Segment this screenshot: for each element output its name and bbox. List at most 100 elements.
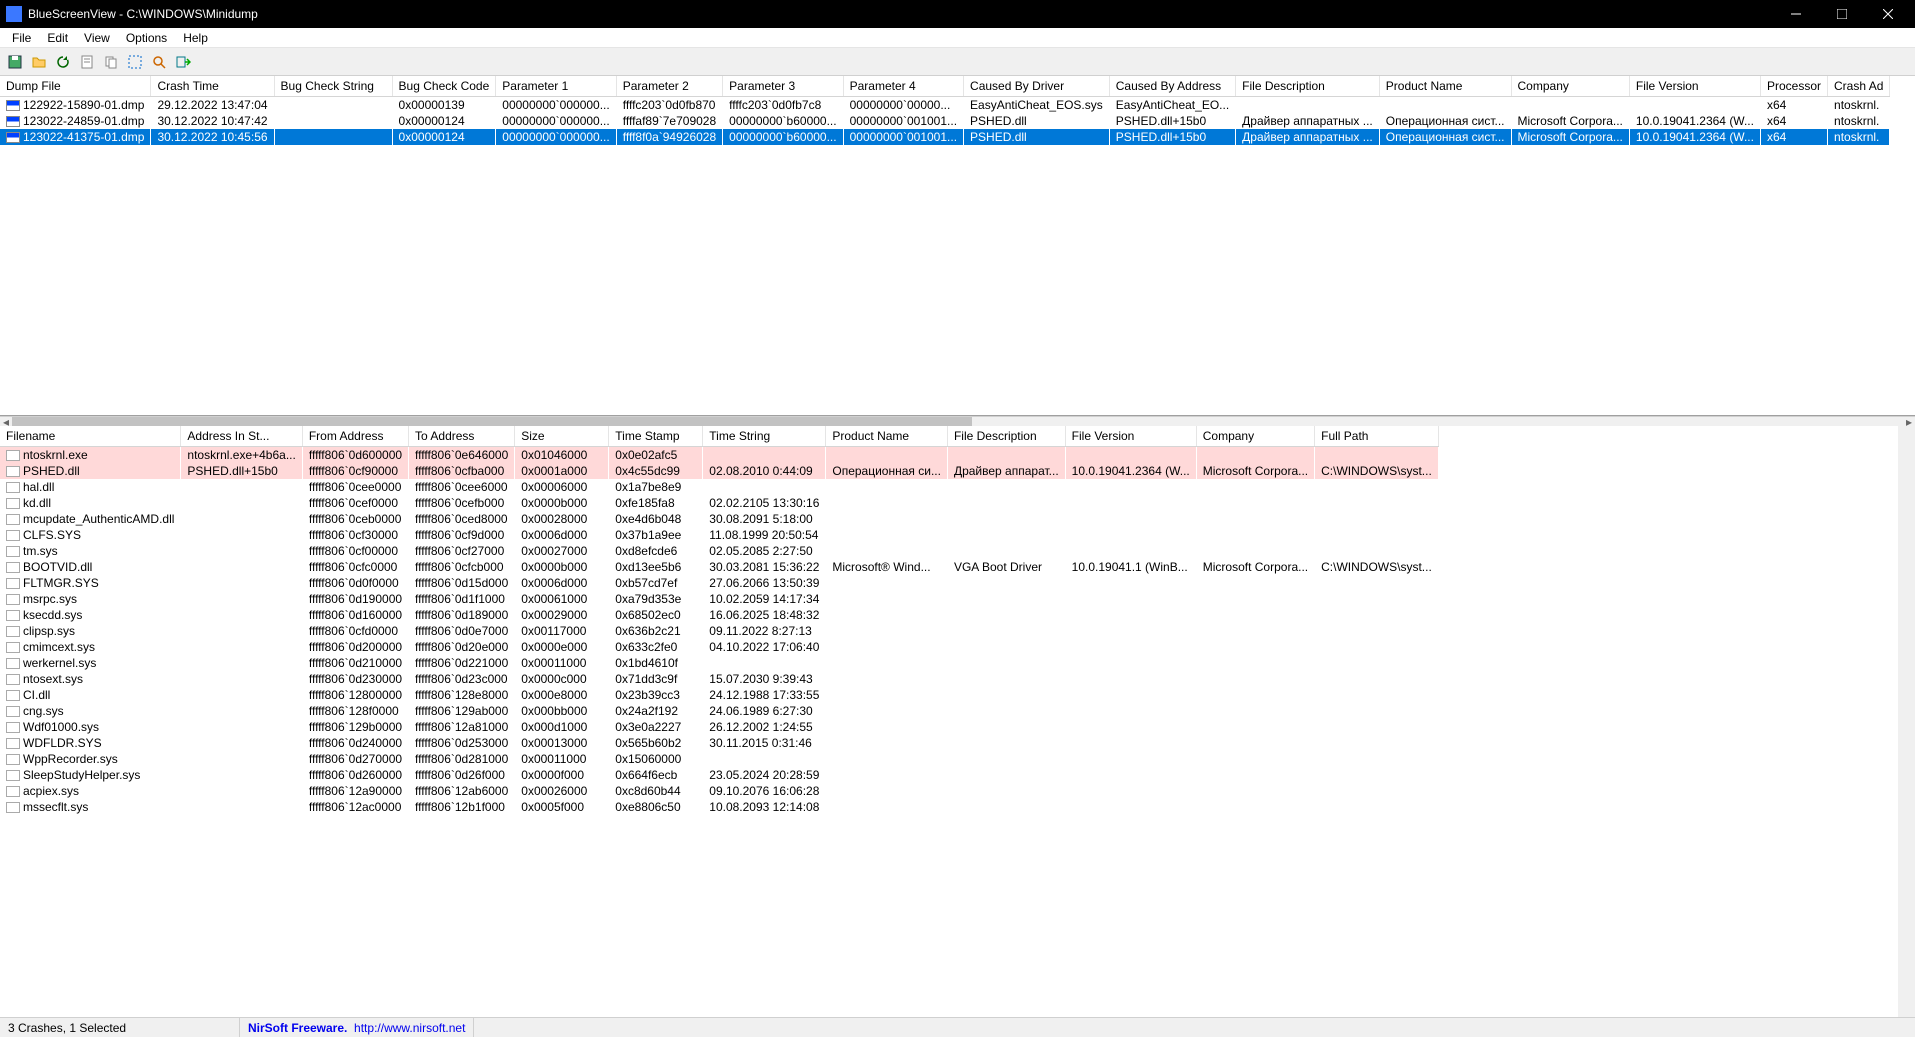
table-row[interactable]: BOOTVID.dllfffff806`0cfc0000fffff806`0cf… — [0, 559, 1438, 575]
column-header[interactable]: Filename — [0, 426, 181, 447]
table-cell: 0x4c55dc99 — [609, 463, 703, 479]
maximize-button[interactable] — [1819, 0, 1865, 28]
table-cell — [1065, 447, 1196, 464]
column-header[interactable]: Caused By Driver — [964, 76, 1110, 97]
table-row[interactable]: ntoskrnl.exentoskrnl.exe+4b6a...fffff806… — [0, 447, 1438, 464]
menu-options[interactable]: Options — [118, 29, 175, 47]
drivers-table[interactable]: FilenameAddress In St...From AddressTo A… — [0, 426, 1439, 815]
table-row[interactable]: 123022-24859-01.dmp30.12.2022 10:47:420x… — [0, 113, 1890, 129]
column-header[interactable]: Product Name — [826, 426, 948, 447]
menu-edit[interactable]: Edit — [39, 29, 76, 47]
table-row[interactable]: WDFLDR.SYSfffff806`0d240000fffff806`0d25… — [0, 735, 1438, 751]
menu-file[interactable]: File — [4, 29, 39, 47]
table-cell — [1196, 511, 1314, 527]
table-row[interactable]: 123022-41375-01.dmp30.12.2022 10:45:560x… — [0, 129, 1890, 145]
table-row[interactable]: ksecdd.sysfffff806`0d160000fffff806`0d18… — [0, 607, 1438, 623]
column-header[interactable]: Crash Ad — [1828, 76, 1890, 97]
table-cell: 0x0006d000 — [515, 527, 609, 543]
find-icon[interactable] — [148, 51, 170, 73]
table-row[interactable]: mcupdate_AuthenticAMD.dllfffff806`0ceb00… — [0, 511, 1438, 527]
table-row[interactable]: mssecflt.sysfffff806`12ac0000fffff806`12… — [0, 799, 1438, 815]
table-cell: 0xa79d353e — [609, 591, 703, 607]
dumps-table[interactable]: Dump FileCrash TimeBug Check StringBug C… — [0, 76, 1890, 145]
table-cell — [181, 559, 302, 575]
table-row[interactable]: WppRecorder.sysfffff806`0d270000fffff806… — [0, 751, 1438, 767]
column-header[interactable]: Caused By Address — [1109, 76, 1235, 97]
status-link[interactable]: http://www.nirsoft.net — [354, 1021, 465, 1035]
menu-view[interactable]: View — [76, 29, 118, 47]
copy-icon[interactable] — [100, 51, 122, 73]
table-cell — [1065, 543, 1196, 559]
column-header[interactable]: Company — [1196, 426, 1314, 447]
column-header[interactable]: Parameter 1 — [496, 76, 616, 97]
column-header[interactable]: To Address — [409, 426, 515, 447]
column-header[interactable]: File Description — [1236, 76, 1380, 97]
table-cell: 0x68502ec0 — [609, 607, 703, 623]
top-hscrollbar[interactable]: ◂ ▸ — [0, 416, 1915, 426]
table-cell: 0x664f6ecb — [609, 767, 703, 783]
column-header[interactable]: Dump File — [0, 76, 151, 97]
column-header[interactable]: File Version — [1629, 76, 1760, 97]
table-row[interactable]: Wdf01000.sysfffff806`129b0000fffff806`12… — [0, 719, 1438, 735]
table-cell: 00000000`000000... — [496, 97, 616, 114]
column-header[interactable]: Bug Check String — [274, 76, 392, 97]
table-cell: fffff806`0d160000 — [302, 607, 408, 623]
table-cell: fffff806`0d0f0000 — [302, 575, 408, 591]
table-row[interactable]: clipsp.sysfffff806`0cfd0000fffff806`0d0e… — [0, 623, 1438, 639]
table-row[interactable]: 122922-15890-01.dmp29.12.2022 13:47:040x… — [0, 97, 1890, 114]
table-row[interactable]: acpiex.sysfffff806`12a90000fffff806`12ab… — [0, 783, 1438, 799]
table-cell: 00000000`001001... — [843, 113, 963, 129]
column-header[interactable]: Crash Time — [151, 76, 274, 97]
table-row[interactable]: cmimcext.sysfffff806`0d200000fffff806`0d… — [0, 639, 1438, 655]
refresh-icon[interactable] — [52, 51, 74, 73]
menu-help[interactable]: Help — [175, 29, 216, 47]
column-header[interactable]: Time String — [703, 426, 826, 447]
table-row[interactable]: kd.dllfffff806`0cef0000fffff806`0cefb000… — [0, 495, 1438, 511]
table-row[interactable]: SleepStudyHelper.sysfffff806`0d260000fff… — [0, 767, 1438, 783]
table-cell — [1196, 751, 1314, 767]
column-header[interactable]: File Version — [1065, 426, 1196, 447]
save-icon[interactable] — [4, 51, 26, 73]
table-row[interactable]: CLFS.SYSfffff806`0cf30000fffff806`0cf9d0… — [0, 527, 1438, 543]
table-cell: Microsoft Corpora... — [1511, 113, 1629, 129]
table-cell — [181, 591, 302, 607]
table-row[interactable]: tm.sysfffff806`0cf00000fffff806`0cf27000… — [0, 543, 1438, 559]
table-cell: fffff806`0cf9d000 — [409, 527, 515, 543]
properties-icon[interactable] — [76, 51, 98, 73]
column-header[interactable]: Parameter 4 — [843, 76, 963, 97]
table-row[interactable]: hal.dllfffff806`0cee0000fffff806`0cee600… — [0, 479, 1438, 495]
select-all-icon[interactable] — [124, 51, 146, 73]
table-row[interactable]: ntosext.sysfffff806`0d230000fffff806`0d2… — [0, 671, 1438, 687]
column-header[interactable]: File Description — [947, 426, 1065, 447]
table-cell — [181, 767, 302, 783]
column-header[interactable]: Product Name — [1379, 76, 1511, 97]
table-cell — [1196, 495, 1314, 511]
table-row[interactable]: cng.sysfffff806`128f0000fffff806`129ab00… — [0, 703, 1438, 719]
table-row[interactable]: PSHED.dllPSHED.dll+15b0fffff806`0cf90000… — [0, 463, 1438, 479]
column-header[interactable]: Parameter 2 — [616, 76, 722, 97]
table-cell — [947, 447, 1065, 464]
drivers-pane[interactable]: FilenameAddress In St...From AddressTo A… — [0, 426, 1915, 1017]
dumps-pane[interactable]: Dump FileCrash TimeBug Check StringBug C… — [0, 76, 1915, 416]
minimize-button[interactable] — [1773, 0, 1819, 28]
column-header[interactable]: Processor — [1760, 76, 1827, 97]
folder-icon[interactable] — [28, 51, 50, 73]
exit-icon[interactable] — [172, 51, 194, 73]
column-header[interactable]: Company — [1511, 76, 1629, 97]
table-row[interactable]: CI.dllfffff806`12800000fffff806`128e8000… — [0, 687, 1438, 703]
table-row[interactable]: werkernel.sysfffff806`0d210000fffff806`0… — [0, 655, 1438, 671]
column-header[interactable]: Size — [515, 426, 609, 447]
close-button[interactable] — [1865, 0, 1911, 28]
column-header[interactable]: Parameter 3 — [723, 76, 843, 97]
table-cell: mssecflt.sys — [0, 799, 181, 815]
table-cell: ffff8f0a`94926028 — [616, 129, 722, 145]
column-header[interactable]: Bug Check Code — [392, 76, 496, 97]
column-header[interactable]: Time Stamp — [609, 426, 703, 447]
column-header[interactable]: From Address — [302, 426, 408, 447]
column-header[interactable]: Address In St... — [181, 426, 302, 447]
column-header[interactable]: Full Path — [1315, 426, 1439, 447]
table-row[interactable]: FLTMGR.SYSfffff806`0d0f0000fffff806`0d15… — [0, 575, 1438, 591]
bottom-vscrollbar[interactable] — [1898, 426, 1915, 1017]
table-row[interactable]: msrpc.sysfffff806`0d190000fffff806`0d1f1… — [0, 591, 1438, 607]
table-cell: 0x00013000 — [515, 735, 609, 751]
